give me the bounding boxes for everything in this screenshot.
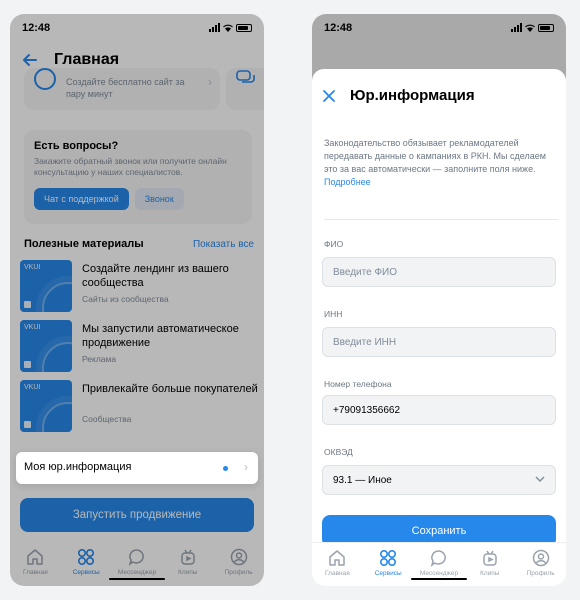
inn-field[interactable]: Введите ИНН xyxy=(322,327,556,357)
profile-icon xyxy=(532,549,549,567)
tab-profile[interactable]: Профиль xyxy=(518,549,564,586)
legal-note-text: Законодательство обязывает рекламодателе… xyxy=(324,138,546,174)
phone-home-screen: 12:48 Главная Создайте бесплатно сайт за… xyxy=(10,14,264,586)
phone-field[interactable]: +79091356662 xyxy=(322,395,556,425)
tab-services[interactable]: Сервисы xyxy=(365,549,411,586)
sheet-header: Юр.информация xyxy=(322,87,475,104)
chevron-down-icon xyxy=(535,476,545,482)
tab-messenger[interactable]: Мессенджер xyxy=(416,549,462,586)
my-legal-info-item[interactable]: Моя юр.информация › xyxy=(16,452,258,484)
more-link[interactable]: Подробнее xyxy=(324,176,552,189)
tab-home[interactable]: Главная xyxy=(314,549,360,586)
legal-note: Законодательство обязывает рекламодателе… xyxy=(324,137,552,189)
tab-label: Главная xyxy=(325,570,350,577)
phone-label: Номер телефона xyxy=(324,379,392,389)
home-icon xyxy=(329,550,346,566)
status-bar: 12:48 xyxy=(312,14,566,42)
notification-dot xyxy=(223,466,228,471)
legal-info-label: Моя юр.информация xyxy=(24,461,132,473)
tab-label: Клипы xyxy=(480,570,500,577)
okved-label: ОКВЭД xyxy=(324,447,353,457)
tab-label: Сервисы xyxy=(374,570,402,577)
phone-legal-info-screen: 12:48 Юр.информация Законодательство обя… xyxy=(312,14,566,586)
close-icon[interactable] xyxy=(322,89,336,103)
inn-label: ИНН xyxy=(324,309,343,319)
okved-select[interactable]: 93.1 — Иное xyxy=(322,465,556,495)
chevron-right-icon: › xyxy=(244,460,248,474)
legal-info-sheet: Юр.информация Законодательство обязывает… xyxy=(312,69,566,586)
okved-value: 93.1 — Иное xyxy=(333,474,392,486)
status-time: 12:48 xyxy=(324,22,353,34)
dim-overlay xyxy=(10,14,264,586)
battery-icon xyxy=(538,23,554,32)
tab-clips[interactable]: Клипы xyxy=(467,549,513,586)
tab-label: Мессенджер xyxy=(419,570,459,577)
clips-icon xyxy=(483,550,497,566)
tab-label: Профиль xyxy=(526,570,555,577)
home-indicator xyxy=(411,578,467,580)
sheet-title: Юр.информация xyxy=(350,87,475,104)
status-icons xyxy=(511,23,554,32)
fio-label: ФИО xyxy=(324,239,344,249)
signal-icon xyxy=(511,23,522,32)
services-icon xyxy=(380,549,397,567)
divider xyxy=(324,219,558,220)
messenger-icon xyxy=(430,550,446,567)
fio-field[interactable]: Введите ФИО xyxy=(322,257,556,287)
tab-bar: Главная Сервисы Мессенджер Клипы Профиль xyxy=(312,542,566,586)
wifi-icon xyxy=(525,24,535,32)
